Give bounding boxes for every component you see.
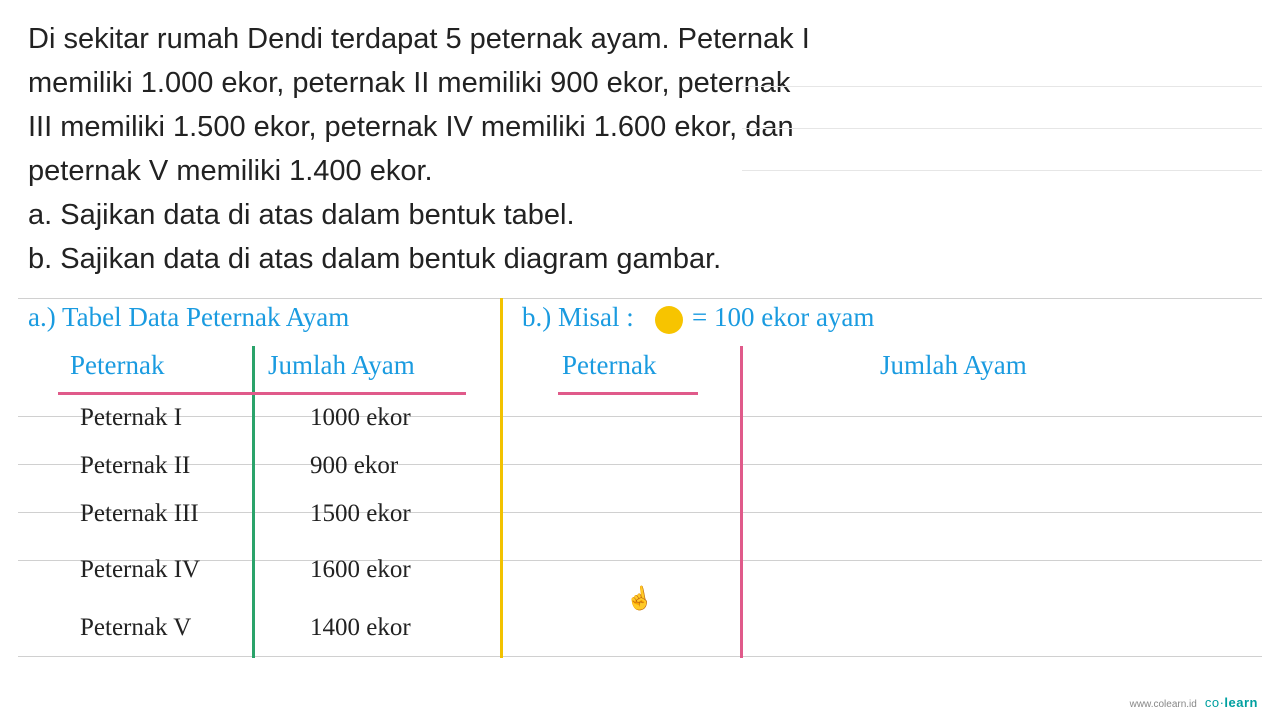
a-row-2-name: Peternak II [80,452,190,480]
a-header-jumlah: Jumlah Ayam [268,350,415,381]
b-misal: Misal : [558,302,634,332]
separator-pink-a [58,392,466,395]
separator-pink-b-header [558,392,698,395]
footer: www.colearn.id co·learn [1130,695,1258,710]
problem-line-2: memiliki 1.000 ekor, peternak II memilik… [28,62,1252,104]
ruled-line [742,128,1262,129]
b-title: b.) Misal : [522,302,634,333]
ruled-line [18,656,1262,657]
b-legend-eq: = 100 ekor ayam [692,302,874,333]
problem-statement: Di sekitar rumah Dendi terdapat 5 petern… [0,0,1280,290]
a-row-2-value: 900 ekor [310,452,398,480]
separator-pink-b-vertical [740,346,743,658]
cursor-hand-icon: ☝ [624,584,656,614]
ruled-line [742,170,1262,171]
b-label: b.) [522,302,551,332]
a-row-5-value: 1400 ekor [310,614,411,642]
legend-dot-icon [655,306,683,334]
footer-url: www.colearn.id [1130,699,1197,710]
ruled-line [18,512,1262,513]
a-row-4-name: Peternak IV [80,556,200,584]
problem-line-1: Di sekitar rumah Dendi terdapat 5 petern… [28,18,1252,60]
a-header-peternak: Peternak [70,350,164,381]
a-row-3-value: 1500 ekor [310,500,411,528]
problem-sub-b: b. Sajikan data di atas dalam bentuk dia… [28,238,1252,280]
ruled-line [18,464,1262,465]
b-header-jumlah: Jumlah Ayam [880,350,1027,381]
ruled-line [18,298,1262,299]
a-row-1-name: Peternak I [80,404,182,432]
a-title-text: Tabel Data Peternak Ayam [62,302,349,332]
a-row-1-value: 1000 ekor [310,404,411,432]
footer-brand-light: co· [1205,695,1225,710]
a-row-4-value: 1600 ekor [310,556,411,584]
problem-sub-a: a. Sajikan data di atas dalam bentuk tab… [28,194,1252,236]
footer-brand: co·learn [1205,695,1258,710]
problem-line-4: peternak V memiliki 1.400 ekor. [28,150,1252,192]
a-label: a.) [28,302,56,332]
ruled-line [18,416,1262,417]
a-title: a.) Tabel Data Peternak Ayam [28,302,349,333]
ruled-line [18,560,1262,561]
a-row-5-name: Peternak V [80,614,191,642]
separator-yellow [500,298,503,658]
handwritten-work-area: a.) Tabel Data Peternak Ayam Peternak Ju… [0,298,1280,688]
ruled-line [742,86,1262,87]
footer-brand-bold: learn [1224,695,1258,710]
a-row-3-name: Peternak III [80,500,199,528]
b-header-peternak: Peternak [562,350,656,381]
